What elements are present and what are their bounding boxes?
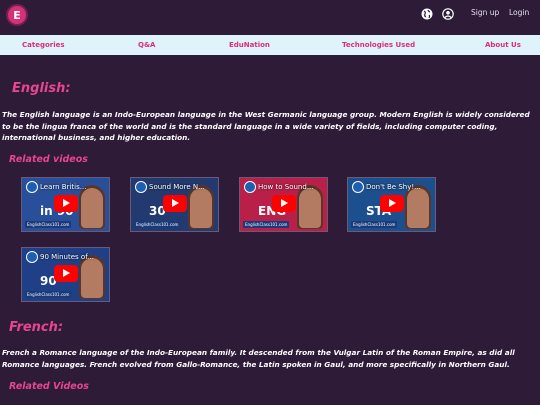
video-footer: EnglishClass101.com [134, 221, 181, 228]
video-thumbnail[interactable]: in 90 Learn Britis... EnglishClass101.co… [21, 177, 110, 232]
nav-qa[interactable]: Q&A [138, 41, 155, 49]
play-icon[interactable] [380, 195, 404, 212]
video-footer: EnglishClass101.com [243, 221, 290, 228]
video-footer: EnglishClass101.com [25, 221, 72, 228]
channel-badge-icon [244, 181, 256, 193]
video-footer: EnglishClass101.com [25, 291, 72, 298]
english-description: The English language is an Indo-European… [2, 110, 530, 142]
french-title: French: [9, 320, 64, 335]
login-link[interactable]: Login [509, 8, 529, 17]
video-thumbnail[interactable]: ENG How to Sound... EnglishClass101.com [239, 177, 328, 232]
video-title: Don't Be Shy!... [366, 183, 421, 191]
video-thumbnail[interactable]: 90 90 Minutes of... EnglishClass101.com [21, 247, 110, 302]
french-related-label: Related Videos [9, 381, 89, 392]
video-title: Learn Britis... [40, 183, 87, 191]
nav-categories[interactable]: Categories [22, 41, 65, 49]
presenter-face [81, 258, 103, 298]
logo-letter: E [13, 8, 21, 22]
user-icon[interactable] [442, 8, 454, 20]
presenter-face [299, 188, 321, 228]
video-footer: EnglishClass101.com [351, 221, 398, 228]
play-icon[interactable] [163, 195, 187, 212]
video-title: Sound More N... [149, 183, 205, 191]
channel-badge-icon [352, 181, 364, 193]
play-icon[interactable] [272, 195, 296, 212]
channel-badge-icon [26, 181, 38, 193]
video-thumbnail[interactable]: STA Don't Be Shy!... EnglishClass101.com [347, 177, 436, 232]
french-description: French a Romance language of the Indo-Eu… [2, 348, 515, 369]
english-title: English: [12, 81, 71, 96]
video-title: How to Sound... [258, 183, 314, 191]
presenter-face [190, 188, 212, 228]
presenter-face [407, 188, 429, 228]
english-related-label: Related videos [9, 154, 88, 165]
presenter-face [81, 188, 103, 228]
video-thumbnail[interactable]: 30 Sound More N... EnglishClass101.com [130, 177, 219, 232]
nav-edunation[interactable]: EduNation [229, 41, 270, 49]
signup-link[interactable]: Sign up [471, 8, 499, 17]
globe-icon[interactable] [421, 8, 433, 20]
site-logo[interactable]: E [6, 4, 28, 26]
top-bar: E Sign up Login [0, 0, 540, 32]
nav-about[interactable]: About Us [485, 41, 521, 49]
channel-badge-icon [26, 251, 38, 263]
play-icon[interactable] [54, 195, 78, 212]
nav-technologies[interactable]: Technologies Used [342, 41, 415, 49]
play-icon[interactable] [54, 265, 78, 282]
video-title: 90 Minutes of... [40, 253, 94, 261]
channel-badge-icon [135, 181, 147, 193]
main-nav: Categories Q&A EduNation Technologies Us… [0, 35, 540, 55]
